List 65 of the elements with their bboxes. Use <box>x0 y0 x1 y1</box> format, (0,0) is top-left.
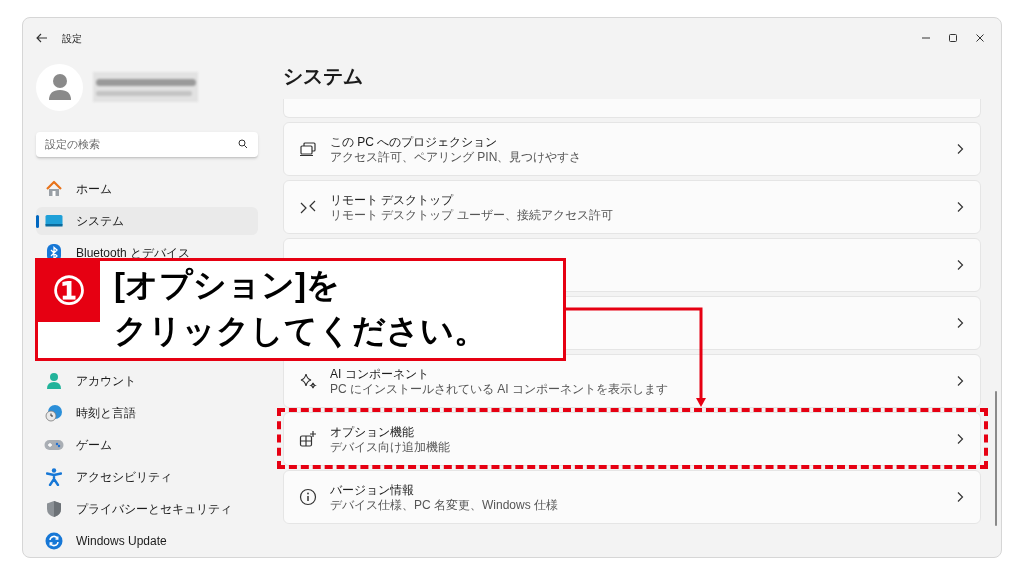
remote-arrows-icon <box>299 199 317 215</box>
window-title: 設定 <box>62 31 82 46</box>
search-icon <box>238 139 248 149</box>
nav-item[interactable]: アカウント <box>36 367 258 395</box>
close-icon[interactable] <box>975 33 985 43</box>
chevron-right-icon <box>956 317 964 329</box>
nav-label: アクセシビリティ <box>76 469 172 486</box>
nav-item[interactable]: ホーム <box>36 175 258 203</box>
settings-card[interactable]: リモート デスクトップ リモート デスクトップ ユーザー、接続アクセス許可 <box>283 180 981 234</box>
card-subtitle: リモート デスクトップ ユーザー、接続アクセス許可 <box>330 207 614 223</box>
settings-card[interactable]: オプション機能 デバイス向け追加機能 <box>283 412 981 466</box>
monitor-icon <box>45 214 63 228</box>
person-silhouette-icon <box>47 73 72 101</box>
scrollbar[interactable] <box>995 391 997 526</box>
chevron-right-icon <box>956 201 964 213</box>
info-icon <box>299 488 317 506</box>
nav-item[interactable]: プライバシーとセキュリティ <box>36 495 258 523</box>
nav-label: ホーム <box>76 181 112 198</box>
projector-icon <box>299 141 317 157</box>
card-title: オプション機能 <box>330 423 415 440</box>
nav-label: アカウント <box>76 373 136 390</box>
nav-label: Bluetooth とデバイス <box>76 245 191 262</box>
chevron-right-icon <box>956 259 964 271</box>
accessibility-icon <box>46 468 62 486</box>
maximize-icon[interactable] <box>948 33 958 43</box>
search-field[interactable]: 設定の検索 <box>36 131 258 158</box>
settings-card[interactable]: この PC へのプロジェクション アクセス許可、ペアリング PIN、見つけやすさ <box>283 122 981 176</box>
nav-item[interactable]: Windows Update <box>36 527 258 555</box>
shield-icon <box>46 500 62 518</box>
gamepad-icon <box>44 438 64 452</box>
chevron-right-icon <box>956 491 964 503</box>
card-title: この PC へのプロジェクション <box>330 133 499 150</box>
nav-item[interactable]: システム <box>36 207 258 235</box>
selection-indicator <box>36 215 39 228</box>
nav-label: プライバシーとセキュリティ <box>76 501 232 518</box>
card-subtitle: アクセス許可、ペアリング PIN、見つけやすさ <box>330 149 583 165</box>
instruction-text: [オプション]を <box>114 265 341 305</box>
instruction-text: クリックしてください。 <box>114 311 487 351</box>
nav-item[interactable]: ゲーム <box>36 431 258 459</box>
nav-item[interactable]: アクセシビリティ <box>36 463 258 491</box>
chevron-right-icon <box>956 375 964 387</box>
grid-plus-icon <box>299 430 317 448</box>
sync-icon <box>45 532 63 550</box>
person-icon <box>46 372 62 390</box>
settings-card[interactable]: バージョン情報 デバイス仕様、PC 名変更、Windows 仕様 <box>283 470 981 524</box>
nav-label: Windows Update <box>76 533 167 550</box>
nav-label: 時刻と言語 <box>76 405 136 422</box>
card-title: AI コンポーネント <box>330 365 430 382</box>
nav-label: ゲーム <box>76 437 112 454</box>
nav-item[interactable]: 時刻と言語 <box>36 399 258 427</box>
house-icon <box>45 180 63 198</box>
sparkle-icon <box>299 372 317 390</box>
card-title: バージョン情報 <box>330 481 415 498</box>
card-subtitle: デバイス向け追加機能 <box>330 439 451 455</box>
nav-label: システム <box>76 213 124 230</box>
page-title: システム <box>283 64 364 89</box>
back-arrow-icon[interactable] <box>36 33 48 43</box>
step-number: ① <box>51 272 86 310</box>
card-title: リモート デスクトップ <box>330 191 455 208</box>
globe-clock-icon <box>45 404 63 422</box>
chevron-right-icon <box>956 433 964 445</box>
card-subtitle: PC にインストールされている AI コンポーネントを表示します <box>330 381 669 397</box>
settings-card[interactable]: AI コンポーネント PC にインストールされている AI コンポーネントを表示します <box>283 354 981 408</box>
card-subtitle: デバイス仕様、PC 名変更、Windows 仕様 <box>330 497 560 513</box>
chevron-right-icon <box>956 143 964 155</box>
